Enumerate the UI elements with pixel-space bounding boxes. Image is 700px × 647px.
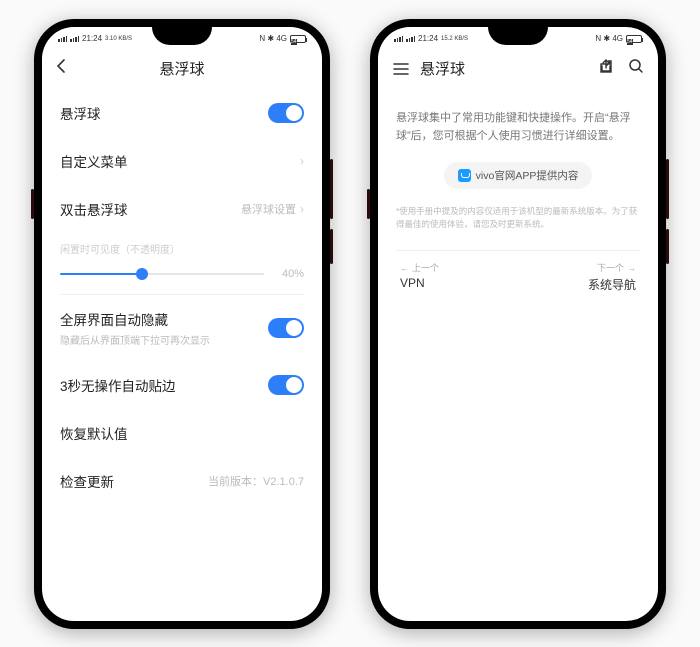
page-title: 悬浮球	[159, 58, 204, 79]
row-label: 恢复默认值	[60, 423, 128, 443]
arrow-right-icon: →	[627, 263, 636, 273]
row-custom-menu[interactable]: 自定义菜单 ›	[42, 137, 322, 185]
back-icon[interactable]	[56, 58, 66, 79]
signal-icon	[406, 36, 415, 42]
row-label: 悬浮球	[60, 103, 101, 123]
signal-icon	[58, 36, 67, 42]
search-icon[interactable]	[628, 58, 644, 79]
disclaimer-note: *使用手册中提及的内容仅适用于该机型的最新系统版本。为了获得最佳的使用体验，请您…	[396, 205, 640, 232]
menu-icon[interactable]	[392, 62, 410, 76]
nav-prev-name: VPN	[400, 276, 439, 290]
toggle-switch[interactable]	[268, 318, 304, 338]
slider-label: 闲置时可见度（不透明度）	[60, 241, 304, 256]
vivo-logo-icon	[458, 169, 471, 182]
notch	[152, 27, 212, 45]
notch	[488, 27, 548, 45]
row-opacity-slider: 闲置时可见度（不透明度） 40%	[42, 233, 322, 294]
battery-icon: 54	[290, 35, 306, 43]
battery-icon: 54	[626, 35, 642, 43]
version-text: 当前版本：V2.1.0.7	[208, 473, 304, 489]
status-time: 21:24	[418, 34, 438, 43]
toggle-switch[interactable]	[268, 375, 304, 395]
source-pill[interactable]: vivo官网APP提供内容	[444, 162, 593, 189]
row-label: 检查更新	[60, 471, 114, 491]
status-speed: 15.2 KB/S	[441, 36, 468, 42]
signal-icon	[394, 36, 403, 42]
row-label: 3秒无操作自动贴边	[60, 375, 176, 395]
signal-icon	[70, 36, 79, 42]
status-indicators: N ✱ 4G	[595, 34, 623, 43]
nav-next[interactable]: 下一个 → 系统导航	[588, 261, 636, 293]
row-auto-snap[interactable]: 3秒无操作自动贴边	[42, 361, 322, 409]
slider-value: 40%	[274, 268, 304, 280]
nav-prev[interactable]: ← 上一个 VPN	[400, 261, 439, 293]
chevron-right-icon: ›	[300, 154, 304, 168]
row-label: 全屏界面自动隐藏	[60, 309, 210, 329]
row-label: 自定义菜单	[60, 151, 128, 171]
row-double-tap[interactable]: 双击悬浮球 悬浮球设置 ›	[42, 185, 322, 233]
row-value: 悬浮球设置	[241, 201, 296, 217]
opacity-slider[interactable]	[60, 273, 264, 275]
status-speed: 3.10 KB/S	[105, 36, 132, 42]
share-icon[interactable]	[598, 58, 614, 79]
row-label: 双击悬浮球	[60, 199, 128, 219]
header: 悬浮球	[378, 49, 658, 89]
page-title: 悬浮球	[420, 58, 465, 79]
nav-next-name: 系统导航	[588, 276, 636, 293]
row-reset-defaults[interactable]: 恢复默认值	[42, 409, 322, 457]
pill-text: vivo官网APP提供内容	[476, 168, 579, 183]
row-auto-hide[interactable]: 全屏界面自动隐藏 隐藏后从界面顶端下拉可再次显示	[42, 295, 322, 361]
row-sublabel: 隐藏后从界面顶端下拉可再次显示	[60, 332, 210, 347]
row-floating-ball-toggle[interactable]: 悬浮球	[42, 89, 322, 137]
chevron-right-icon: ›	[300, 202, 304, 216]
article-paragraph: 悬浮球集中了常用功能键和快捷操作。开启“悬浮球”后，您可根据个人使用习惯进行详细…	[396, 109, 640, 146]
status-time: 21:24	[82, 34, 102, 43]
status-indicators: N ✱ 4G	[259, 34, 287, 43]
row-check-update[interactable]: 检查更新 当前版本：V2.1.0.7	[42, 457, 322, 505]
toggle-switch[interactable]	[268, 103, 304, 123]
header: 悬浮球	[42, 49, 322, 89]
arrow-left-icon: ←	[400, 263, 409, 273]
